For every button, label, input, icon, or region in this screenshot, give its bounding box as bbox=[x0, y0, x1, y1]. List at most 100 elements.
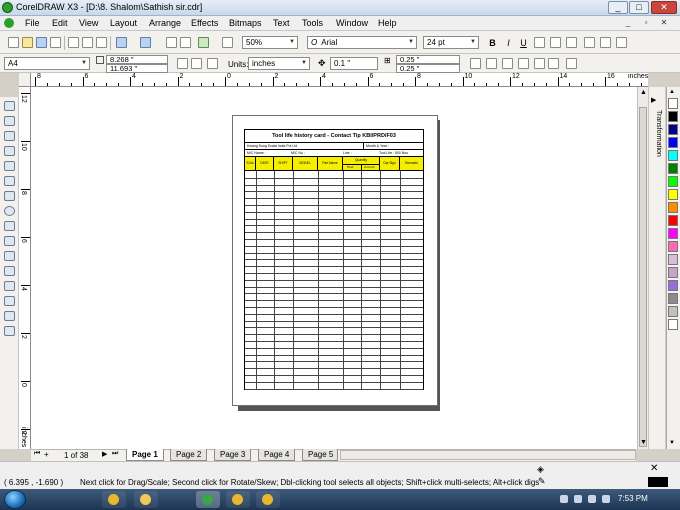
menu-arrange[interactable]: Arrange bbox=[149, 18, 181, 28]
docker-expand-icon[interactable]: ▶ bbox=[651, 96, 656, 104]
palette-scroll-up-icon[interactable]: ▲ bbox=[669, 89, 675, 95]
palette-swatch[interactable] bbox=[668, 306, 678, 317]
menu-layout[interactable]: Layout bbox=[110, 18, 137, 28]
basic-shapes-tool-icon[interactable] bbox=[4, 236, 15, 246]
tool-life-card[interactable]: Tool life history card - Contact Tip KBI… bbox=[244, 129, 424, 390]
scroll-up-icon[interactable]: ▲ bbox=[640, 89, 647, 96]
tab-page-5[interactable]: Page 5 bbox=[302, 449, 338, 461]
last-page-icon[interactable]: ⏭ bbox=[112, 450, 118, 458]
print-icon[interactable] bbox=[50, 37, 61, 48]
palette-swatch[interactable] bbox=[668, 176, 678, 187]
add-page-icon[interactable]: + bbox=[44, 450, 49, 459]
smart-fill-tool-icon[interactable] bbox=[4, 176, 15, 186]
new-icon[interactable] bbox=[8, 37, 19, 48]
nudge-distance-input[interactable]: 0.1 " bbox=[330, 57, 378, 70]
taskbar-app-button[interactable] bbox=[196, 491, 220, 508]
text-tool-icon[interactable] bbox=[4, 251, 15, 261]
fill-tool-icon[interactable] bbox=[4, 326, 15, 336]
menu-text[interactable]: Text bbox=[273, 18, 290, 28]
volume-icon[interactable] bbox=[602, 495, 610, 503]
polygon-tool-icon[interactable] bbox=[4, 221, 15, 231]
transformation-tab[interactable]: Transformation bbox=[652, 110, 662, 180]
underline-button[interactable]: U bbox=[518, 38, 529, 49]
palette-swatch[interactable] bbox=[668, 254, 678, 265]
first-page-icon[interactable]: ⏮ bbox=[34, 450, 40, 458]
options-icon[interactable] bbox=[566, 58, 577, 69]
ruler-origin[interactable] bbox=[19, 73, 31, 87]
horizontal-scrollbar[interactable] bbox=[340, 450, 636, 460]
interactive-blend-tool-icon[interactable] bbox=[4, 281, 15, 291]
palette-swatch[interactable] bbox=[668, 111, 678, 122]
pick-tool-icon[interactable] bbox=[4, 101, 15, 111]
horizontal-ruler[interactable]: 8 6 4 2 0 2 4 6 8 10 12 14 16 inches bbox=[31, 73, 648, 87]
freehand-tool-icon[interactable] bbox=[4, 161, 15, 171]
save-icon[interactable] bbox=[36, 37, 47, 48]
tab-page-2[interactable]: Page 2 bbox=[170, 449, 208, 461]
bold-button[interactable]: B bbox=[487, 38, 498, 49]
dynamic-guides-icon[interactable] bbox=[518, 58, 529, 69]
tray-icon[interactable] bbox=[574, 495, 582, 503]
palette-swatch[interactable] bbox=[668, 150, 678, 161]
palette-swatch[interactable] bbox=[668, 280, 678, 291]
edit-text-icon[interactable] bbox=[600, 37, 611, 48]
units-select[interactable]: inches ▼ bbox=[248, 57, 310, 70]
palette-swatch[interactable] bbox=[668, 215, 678, 226]
palette-swatch[interactable] bbox=[668, 98, 678, 109]
taskbar-app-button[interactable] bbox=[256, 491, 280, 508]
application-launcher-icon[interactable] bbox=[198, 37, 209, 48]
draw-icon[interactable] bbox=[548, 58, 559, 69]
all-pages-icon[interactable] bbox=[207, 58, 218, 69]
rectangle-tool-icon[interactable] bbox=[4, 191, 15, 201]
export-icon[interactable] bbox=[180, 37, 191, 48]
palette-swatch[interactable] bbox=[668, 319, 678, 330]
snap-to-objects-icon[interactable] bbox=[502, 58, 513, 69]
menu-effects[interactable]: Effects bbox=[191, 18, 218, 28]
italic-button[interactable]: I bbox=[503, 38, 514, 49]
tab-page-1[interactable]: Page 1 bbox=[126, 449, 164, 461]
taskbar-app-button[interactable] bbox=[226, 491, 250, 508]
palette-swatch[interactable] bbox=[668, 293, 678, 304]
tab-page-3[interactable]: Page 3 bbox=[214, 449, 252, 461]
paper-size-select[interactable]: A4 ▼ bbox=[4, 57, 90, 70]
mdi-restore-button[interactable]: ▫ bbox=[640, 18, 652, 28]
taskbar-app-button[interactable] bbox=[134, 491, 158, 508]
document-icon[interactable] bbox=[4, 18, 14, 28]
outline-tool-icon[interactable] bbox=[4, 311, 15, 321]
palette-swatch[interactable] bbox=[668, 267, 678, 278]
snap-to-guidelines-icon[interactable] bbox=[486, 58, 497, 69]
table-tool-icon[interactable] bbox=[4, 266, 15, 276]
font-size-select[interactable]: 24 pt ▼ bbox=[423, 36, 479, 49]
treat-as-filled-icon[interactable] bbox=[534, 58, 545, 69]
corel-online-icon[interactable] bbox=[222, 37, 233, 48]
landscape-icon[interactable] bbox=[191, 58, 202, 69]
minimize-button[interactable]: _ bbox=[608, 1, 628, 14]
page-height-input[interactable]: 11.693 " bbox=[106, 64, 168, 73]
menu-file[interactable]: File bbox=[25, 18, 40, 28]
palette-swatch[interactable] bbox=[668, 241, 678, 252]
bullet-icon[interactable] bbox=[550, 37, 561, 48]
mdi-minimize-button[interactable]: _ bbox=[622, 18, 634, 28]
scroll-down-icon[interactable]: ▼ bbox=[640, 439, 647, 446]
outline-color-swatch[interactable] bbox=[648, 477, 668, 487]
vertical-scroll-thumb[interactable] bbox=[639, 107, 647, 447]
menu-edit[interactable]: Edit bbox=[52, 18, 68, 28]
shape-tool-icon[interactable] bbox=[4, 116, 15, 126]
palette-swatch[interactable] bbox=[668, 124, 678, 135]
palette-swatch[interactable] bbox=[668, 228, 678, 239]
zoom-tool-icon[interactable] bbox=[4, 146, 15, 156]
format-text-icon[interactable] bbox=[584, 37, 595, 48]
undo-icon[interactable] bbox=[116, 37, 127, 48]
redo-icon[interactable] bbox=[140, 37, 151, 48]
eyedropper-tool-icon[interactable] bbox=[4, 296, 15, 306]
close-button[interactable]: ✕ bbox=[651, 1, 677, 14]
portrait-icon[interactable] bbox=[177, 58, 188, 69]
font-name-select[interactable]: O Arial ▼ bbox=[307, 36, 417, 49]
ellipse-tool-icon[interactable] bbox=[4, 206, 15, 216]
text-orientation-icon[interactable] bbox=[616, 37, 627, 48]
duplicate-x-input[interactable]: 0.25 " bbox=[396, 55, 460, 64]
open-icon[interactable] bbox=[22, 37, 33, 48]
duplicate-y-input[interactable]: 0.25 " bbox=[396, 64, 460, 73]
menu-view[interactable]: View bbox=[79, 18, 98, 28]
tray-icon[interactable] bbox=[560, 495, 568, 503]
drop-cap-icon[interactable] bbox=[566, 37, 577, 48]
